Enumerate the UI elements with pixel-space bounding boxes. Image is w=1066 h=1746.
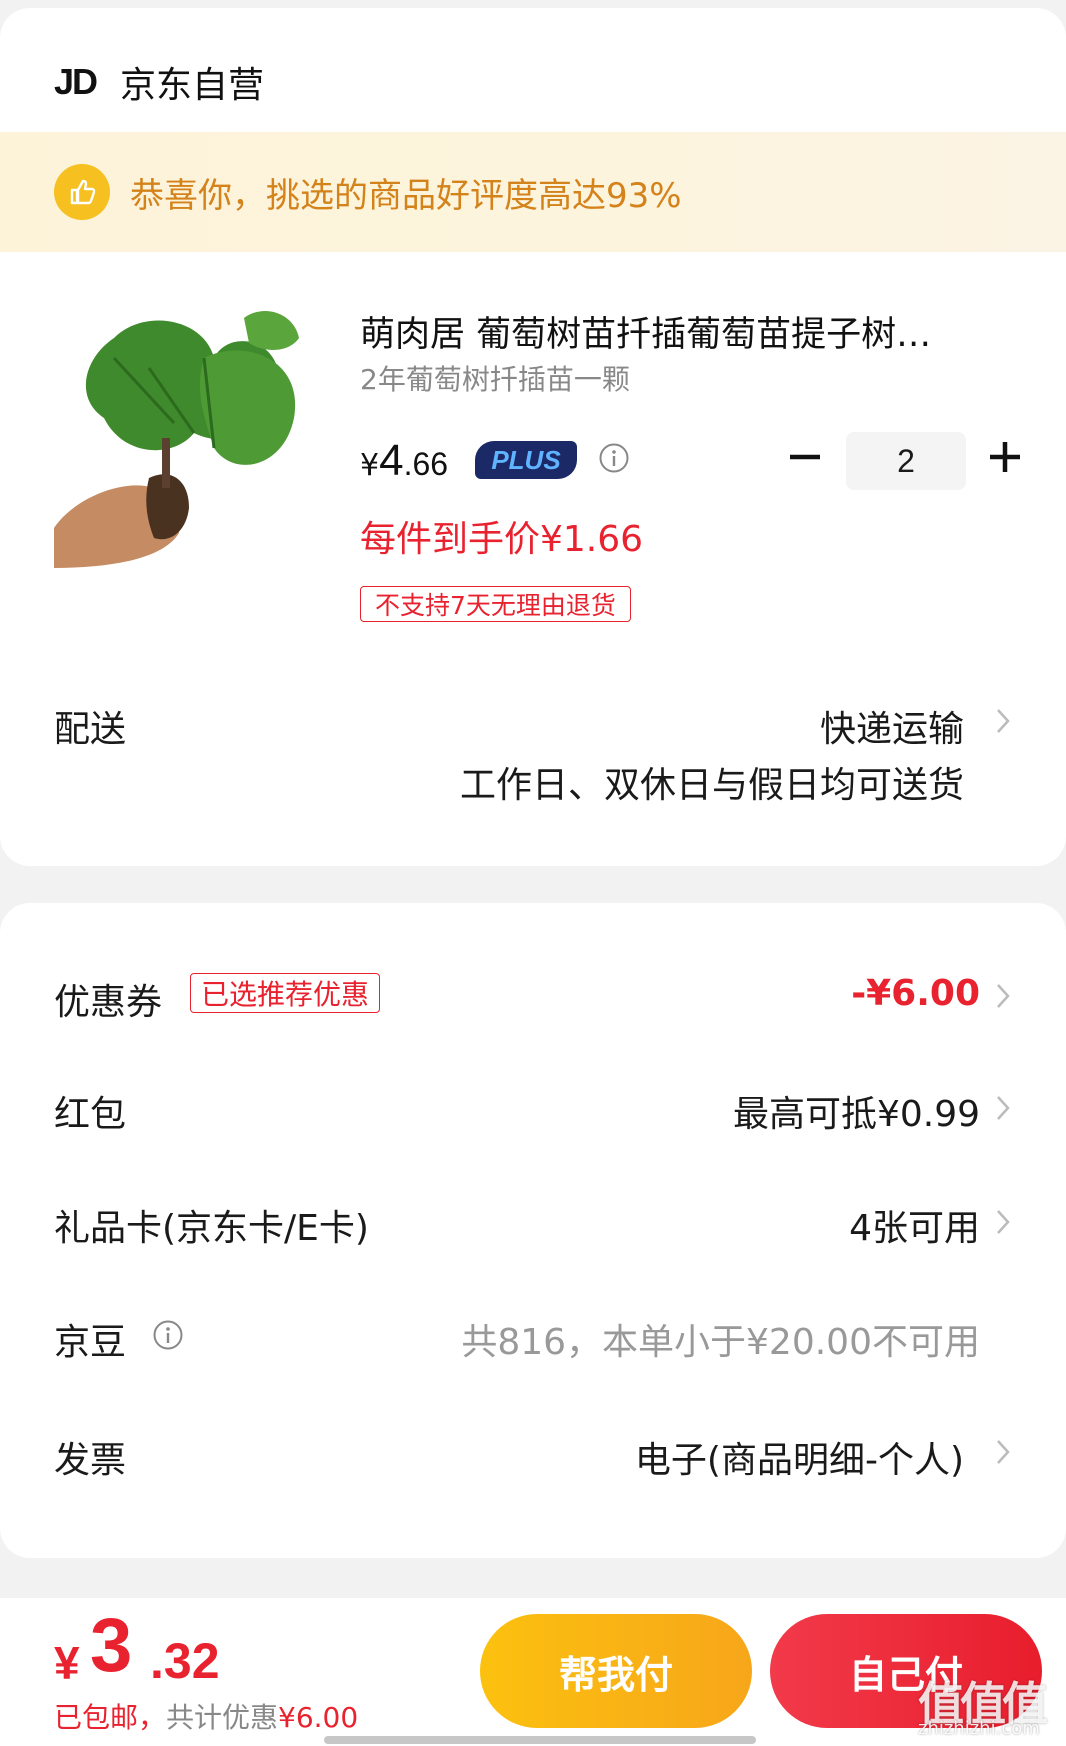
order-summary: 已包邮，共计优惠¥6.00 (54, 1696, 358, 1736)
thumbs-up-icon (54, 164, 110, 220)
rating-banner: 恭喜你，挑选的商品好评度高达93% (0, 132, 1066, 252)
delivery-label: 配送 (54, 709, 127, 750)
home-indicator[interactable] (324, 1736, 756, 1744)
shop-header[interactable]: JD 京东自营 (54, 58, 264, 106)
product-image[interactable] (54, 298, 324, 568)
coupon-chevron-right-icon[interactable] (996, 983, 1010, 1009)
shop-name: 京东自营 (120, 65, 265, 106)
plus-badge: PLUS (475, 441, 577, 479)
price-decimal: .66 (403, 446, 449, 482)
jingdou-label: 京豆 (54, 1322, 127, 1363)
quantity-increase-button[interactable] (986, 438, 1024, 476)
delivery-note: 工作日、双休日与假日均可送货 (459, 765, 964, 806)
discount-value: ¥6.00 (278, 1701, 359, 1734)
delivery-chevron-right-icon[interactable] (996, 708, 1010, 734)
rating-banner-text: 恭喜你，挑选的商品好评度高达93% (130, 175, 682, 216)
total-integer: 3 (90, 1603, 133, 1688)
shipping-status: 已包邮， (54, 1701, 167, 1734)
price-info-icon[interactable] (598, 442, 630, 474)
price-integer: 4 (379, 436, 404, 485)
red-packet-chevron-right-icon[interactable] (996, 1095, 1010, 1121)
quantity-input[interactable]: 2 (846, 432, 966, 490)
price-symbol: ¥ (360, 448, 380, 483)
total-currency: ¥ (54, 1637, 80, 1689)
invoice-chevron-right-icon[interactable] (996, 1439, 1010, 1465)
gift-card-value[interactable]: 4张可用 (849, 1199, 980, 1251)
coupon-recommended-tag: 已选推荐优惠 (190, 973, 381, 1013)
total-decimal: .32 (150, 1633, 220, 1689)
red-packet-label: 红包 (54, 1094, 127, 1135)
benefits-card: 优惠券 已选推荐优惠 -¥6.00 红包 最高可抵¥0.99 礼品卡(京东卡/E… (0, 903, 1066, 1558)
red-packet-value[interactable]: 最高可抵¥0.99 (733, 1085, 980, 1137)
invoice-label: 发票 (54, 1440, 127, 1481)
product-title[interactable]: 萌肉居 葡萄树苗扦插葡萄苗提子树… (360, 306, 1000, 357)
help-pay-button[interactable]: 帮我付 (480, 1614, 752, 1728)
gift-card-label: 礼品卡(京东卡/E卡) (54, 1208, 369, 1249)
delivery-method[interactable]: 快递运输 (820, 700, 964, 752)
order-card: JD 京东自营 恭喜你，挑选的商品好评度高达93% 萌肉居 葡萄树苗扦插葡萄苗提… (0, 8, 1066, 866)
discount-prefix: 共计优惠 (166, 1701, 279, 1734)
product-spec: 2年葡萄树扦插苗一颗 (360, 363, 630, 396)
watermark-url: zhizhizhi.com (918, 1718, 1040, 1739)
final-unit-price: 每件到手价¥1.66 (360, 519, 644, 560)
quantity-decrease-button[interactable] (788, 440, 822, 474)
product-price: ¥ 4 .66 (360, 436, 448, 486)
jingdou-info-icon[interactable] (152, 1319, 184, 1351)
gift-card-chevron-right-icon[interactable] (996, 1209, 1010, 1235)
jd-logo: JD (54, 61, 98, 102)
return-policy-tag: 不支持7天无理由退货 (360, 586, 631, 622)
coupon-value[interactable]: -¥6.00 (851, 973, 980, 1014)
invoice-value[interactable]: 电子(商品明细-个人) (635, 1431, 964, 1483)
jingdou-value: 共816，本单小于¥20.00不可用 (461, 1322, 980, 1363)
coupon-label: 优惠券 (54, 982, 163, 1023)
